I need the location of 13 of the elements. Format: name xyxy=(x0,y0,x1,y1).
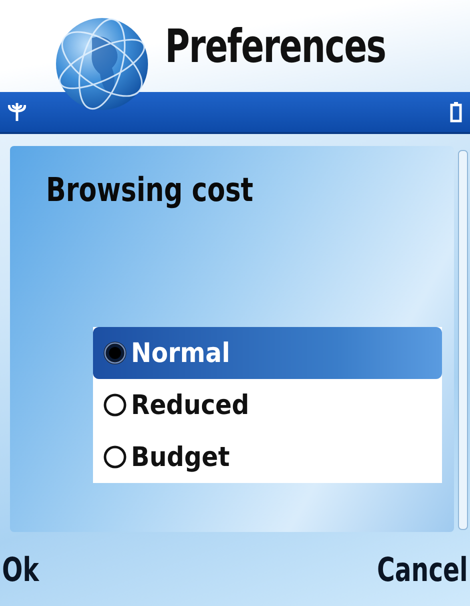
option-item[interactable]: Normal xyxy=(93,327,442,380)
option-item[interactable]: Reduced xyxy=(93,379,442,432)
window-title: Preferences xyxy=(165,18,386,73)
radio-button[interactable] xyxy=(103,341,127,366)
scroll-bar[interactable] xyxy=(458,150,468,530)
option-item[interactable]: Budget xyxy=(93,431,442,484)
radio-button[interactable] xyxy=(103,445,127,470)
ok-softkey[interactable]: Ok xyxy=(2,550,39,589)
radio-button[interactable] xyxy=(103,393,127,418)
signal-icon xyxy=(8,102,26,122)
cancel-softkey[interactable]: Cancel xyxy=(377,550,468,589)
dialog-heading: Browsing cost xyxy=(46,170,254,210)
battery-icon xyxy=(450,100,462,123)
